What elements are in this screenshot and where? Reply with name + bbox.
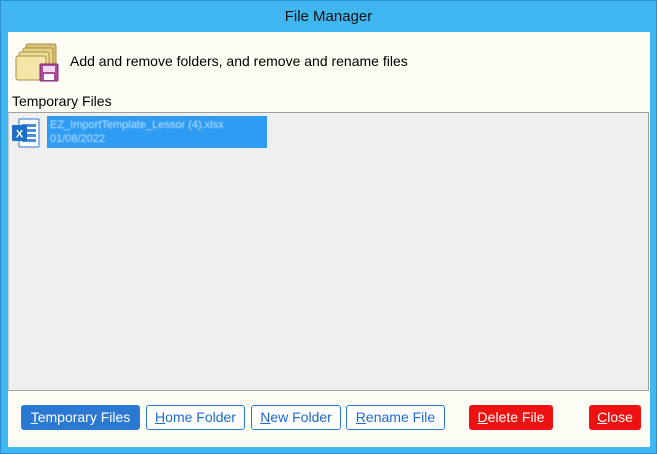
accel-key: C <box>597 409 608 425</box>
file-name: EZ_ImportTemplate_Lessor (4).xlsx <box>50 119 224 131</box>
rename-file-button[interactable]: Rename File <box>346 405 445 430</box>
file-manager-window: File Manager Add and remove folders, and… <box>0 0 657 454</box>
button-label: ename File <box>365 409 436 425</box>
dialog-body: Add and remove folders, and remove and r… <box>8 32 650 447</box>
accel-key: D <box>477 409 488 425</box>
accel-key: T <box>30 409 38 425</box>
home-folder-button[interactable]: Home Folder <box>146 405 245 430</box>
new-folder-button[interactable]: New Folder <box>251 405 341 430</box>
temporary-files-button[interactable]: Temporary Files <box>21 405 140 430</box>
button-label: lose <box>607 409 633 425</box>
button-label: ew Folder <box>270 409 332 425</box>
selected-file[interactable]: EZ_ImportTemplate_Lessor (4).xlsx 01/08/… <box>47 116 267 148</box>
svg-text:X: X <box>16 129 24 141</box>
button-label: ome Folder <box>165 409 236 425</box>
header-description: Add and remove folders, and remove and r… <box>70 53 408 69</box>
window-title: File Manager <box>284 8 373 25</box>
close-button[interactable]: Close <box>589 405 641 430</box>
file-date: 01/08/2022 <box>50 133 106 145</box>
folders-disk-icon <box>15 43 59 82</box>
accel-key: R <box>355 409 366 425</box>
section-label: Temporary Files <box>12 93 112 109</box>
file-list[interactable]: X EZ_ImportTemplate_Lessor (4).xlsx 01/0… <box>8 112 649 391</box>
excel-file-icon: X <box>12 118 40 148</box>
accel-key: N <box>260 409 271 425</box>
button-label: elete File <box>487 409 545 425</box>
title-bar[interactable]: File Manager <box>1 1 656 33</box>
accel-key: H <box>155 409 166 425</box>
button-label: emporary Files <box>37 409 131 425</box>
delete-file-button[interactable]: Delete File <box>469 405 553 430</box>
